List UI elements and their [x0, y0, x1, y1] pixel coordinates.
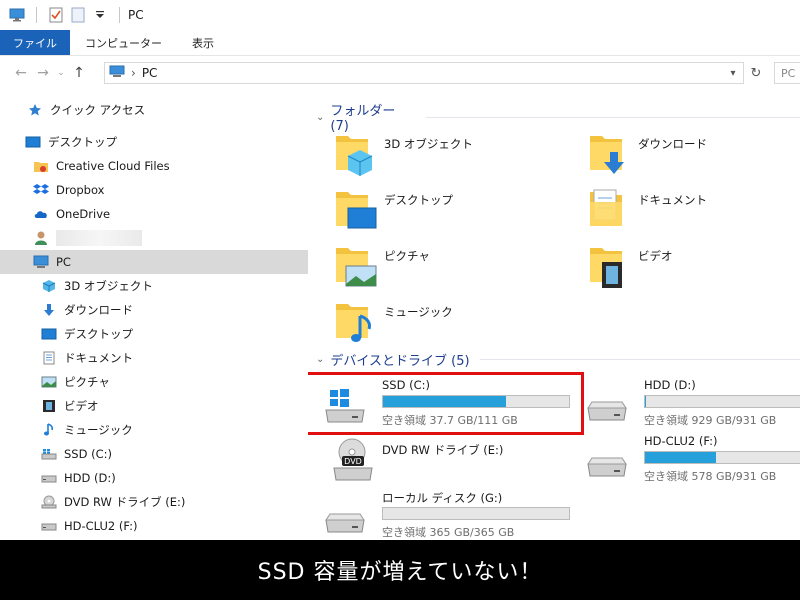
- music-note-icon: [40, 421, 58, 439]
- redacted-username: [56, 230, 142, 246]
- content-pane: ⌄ フォルダー (7) 3D オブジェクト ダウンロード デスクトップ ドキュメ…: [308, 92, 800, 540]
- nav-pictures[interactable]: ピクチャ: [0, 370, 308, 394]
- nav-downloads[interactable]: ダウンロード: [0, 298, 308, 322]
- refresh-icon[interactable]: ↻: [746, 62, 766, 84]
- drive-dvd[interactable]: DVD DVD RW ドライブ (E:): [330, 438, 580, 492]
- address-bar[interactable]: › PC ▾: [104, 62, 744, 84]
- nav-user-folder[interactable]: [0, 226, 308, 250]
- divider: [479, 359, 800, 360]
- divider: [426, 116, 800, 118]
- nav-creative-cloud[interactable]: Creative Cloud Files: [0, 154, 308, 178]
- folder-videos-icon: [588, 242, 632, 290]
- nav-documents[interactable]: ドキュメント: [0, 346, 308, 370]
- nav-dvd-drive[interactable]: DVD RW ドライブ (E:): [0, 490, 308, 514]
- tab-file[interactable]: ファイル: [0, 30, 70, 55]
- dropbox-icon: [32, 181, 50, 199]
- drive-hdd[interactable]: HDD (D:) 空き領域 929 GB/931 GB: [584, 378, 800, 432]
- windows-drive-icon: [40, 445, 58, 463]
- folder-pictures[interactable]: ピクチャ: [334, 242, 574, 294]
- user-icon: [32, 229, 50, 247]
- dvd-drive-icon: [40, 493, 58, 511]
- breadcrumb-pc[interactable]: PC: [142, 66, 158, 80]
- download-arrow-icon: [40, 301, 58, 319]
- folder-3d-objects-icon: [334, 130, 378, 178]
- folder-music-icon: [334, 298, 378, 346]
- creative-cloud-folder-icon: [32, 157, 50, 175]
- nav-quick-access[interactable]: クイック アクセス: [0, 98, 308, 122]
- address-row: ← → ⌄ ↑ › PC ▾ ↻ PC: [0, 58, 800, 88]
- search-input[interactable]: PC: [774, 62, 800, 84]
- film-icon: [40, 397, 58, 415]
- forward-arrow-icon[interactable]: →: [32, 62, 54, 84]
- chevron-right-icon: ›: [131, 66, 136, 80]
- folder-desktop-icon: [334, 186, 378, 234]
- nav-pc[interactable]: PC: [0, 250, 308, 274]
- navigation-pane: クイック アクセス デスクトップ Creative Cloud Files Dr…: [0, 92, 308, 540]
- folder-downloads-icon: [588, 130, 632, 178]
- folder-pictures-icon: [334, 242, 378, 290]
- desktop-icon: [40, 325, 58, 343]
- customize-dropdown-icon[interactable]: [91, 6, 109, 24]
- up-arrow-icon[interactable]: ↑: [68, 62, 90, 84]
- hard-drive-icon: [322, 498, 368, 538]
- onedrive-cloud-icon: [32, 205, 50, 223]
- tab-view[interactable]: 表示: [177, 30, 229, 55]
- nav-hdd-drive[interactable]: HDD (D:): [0, 466, 308, 490]
- nav-ssd-drive[interactable]: SSD (C:): [0, 442, 308, 466]
- picture-icon: [40, 373, 58, 391]
- star-icon: [26, 101, 44, 119]
- divider: [119, 7, 120, 23]
- new-folder-icon[interactable]: [69, 6, 87, 24]
- title-bar: PC: [0, 0, 800, 30]
- chevron-down-icon: ⌄: [316, 111, 325, 123]
- drive-hdclu2[interactable]: HD-CLU2 (F:) 空き領域 578 GB/931 GB: [584, 434, 800, 488]
- folders-group-header[interactable]: ⌄ フォルダー (7): [316, 100, 800, 134]
- quick-access-toolbar: [8, 6, 126, 24]
- dvd-drive-icon: DVD: [330, 438, 376, 481]
- nav-3d-objects[interactable]: 3D オブジェクト: [0, 274, 308, 298]
- highlight-box: [308, 372, 584, 435]
- folder-desktop[interactable]: デスクトップ: [334, 186, 574, 238]
- folder-downloads[interactable]: ダウンロード: [588, 130, 800, 182]
- hard-drive-icon: [40, 469, 58, 487]
- document-icon: [40, 349, 58, 367]
- drives-group-header[interactable]: ⌄ デバイスとドライブ (5): [316, 350, 800, 369]
- nav-desktop-root[interactable]: デスクトップ: [0, 130, 308, 154]
- ribbon-tabs: ファイル コンピューター 表示: [0, 30, 800, 56]
- hard-drive-icon: [40, 517, 58, 535]
- computer-icon: [109, 65, 125, 81]
- nav-music[interactable]: ミュージック: [0, 418, 308, 442]
- folder-documents[interactable]: ドキュメント: [588, 186, 800, 238]
- back-arrow-icon[interactable]: ←: [10, 62, 32, 84]
- computer-icon: [32, 253, 50, 271]
- divider: [36, 7, 37, 23]
- nav-dropbox[interactable]: Dropbox: [0, 178, 308, 202]
- cube-icon: [40, 277, 58, 295]
- folder-music[interactable]: ミュージック: [334, 298, 574, 350]
- folder-videos[interactable]: ビデオ: [588, 242, 800, 294]
- chevron-down-icon: ⌄: [316, 354, 325, 365]
- hdclu2-usage-fill: [645, 452, 716, 463]
- window-title: PC: [128, 8, 144, 22]
- properties-icon[interactable]: [47, 6, 65, 24]
- hdclu2-usage-bar: [644, 451, 800, 464]
- desktop-icon: [24, 133, 42, 151]
- local-g-usage-bar: [382, 507, 570, 520]
- hard-drive-icon: [584, 386, 630, 426]
- folder-documents-icon: [588, 186, 632, 234]
- caption-banner: SSD 容量が増えていない！: [0, 540, 800, 600]
- folder-3d-objects[interactable]: 3D オブジェクト: [334, 130, 574, 182]
- hard-drive-icon: [584, 442, 630, 482]
- hdd-usage-bar: [644, 395, 800, 408]
- dvd-badge: DVD: [344, 457, 362, 466]
- nav-onedrive[interactable]: OneDrive: [0, 202, 308, 226]
- nav-hdclu2-drive[interactable]: HD-CLU2 (F:): [0, 514, 308, 538]
- chevron-down-icon[interactable]: ▾: [725, 65, 741, 81]
- recent-dropdown-icon[interactable]: ⌄: [54, 62, 68, 84]
- drive-local-g[interactable]: ローカル ディスク (G:) 空き領域 365 GB/365 GB: [322, 490, 572, 540]
- nav-videos[interactable]: ビデオ: [0, 394, 308, 418]
- computer-icon[interactable]: [8, 6, 26, 24]
- tab-computer[interactable]: コンピューター: [70, 30, 177, 55]
- nav-desktop[interactable]: デスクトップ: [0, 322, 308, 346]
